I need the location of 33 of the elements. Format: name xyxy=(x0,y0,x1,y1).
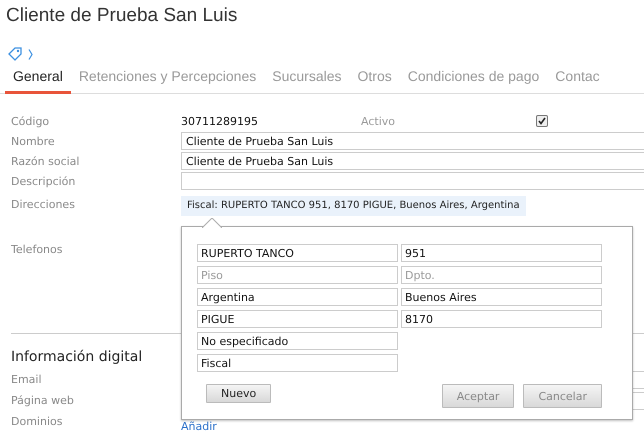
field-label: Activo xyxy=(361,114,396,128)
input-field[interactable]: Argentina xyxy=(197,288,398,306)
code-value: 30711289195 xyxy=(181,114,259,128)
input-field[interactable]: Fiscal xyxy=(197,354,398,372)
input-field[interactable]: 8170 xyxy=(401,310,602,328)
input-field[interactable]: RUPERTO TANCO xyxy=(197,244,398,262)
input-field[interactable]: Cliente de Prueba San Luis xyxy=(181,132,644,150)
field-label: Descripción xyxy=(11,174,76,188)
add-link[interactable]: Añadir xyxy=(181,420,217,433)
field-label: Código xyxy=(11,114,50,128)
address-summary[interactable]: Fiscal: RUPERTO TANCO 951, 8170 PIGUE, Buenos Aires, Argentina xyxy=(181,196,526,216)
field-label: Direcciones xyxy=(11,198,76,210)
field-label: Dominios xyxy=(11,415,64,428)
input-field[interactable] xyxy=(181,172,644,190)
input-field[interactable]: Buenos Aires xyxy=(401,288,602,306)
field-label: Email xyxy=(11,373,43,386)
section-heading: Información digital xyxy=(11,349,142,365)
tab[interactable]: General xyxy=(5,65,71,94)
input-field[interactable]: PIGUE xyxy=(197,310,398,328)
field-label: Página web xyxy=(11,394,75,407)
input-field[interactable]: Piso xyxy=(197,266,398,284)
checkbox[interactable] xyxy=(536,115,548,127)
input-field[interactable]: No especificado xyxy=(197,332,398,350)
chevron-right-icon[interactable] xyxy=(28,48,33,60)
input-field[interactable]: 951 xyxy=(401,244,602,262)
page-title: Cliente de Prueba San Luis xyxy=(5,4,238,28)
field-label: Razón social xyxy=(11,154,80,168)
input-field[interactable]: Cliente de Prueba San Luis xyxy=(181,152,644,170)
input-field[interactable]: Dpto. xyxy=(401,266,602,284)
field-label: Nombre xyxy=(11,134,56,148)
button[interactable]: Nuevo xyxy=(206,384,272,403)
tag-icon[interactable] xyxy=(8,47,22,61)
field-label: Telefonos xyxy=(11,243,64,256)
